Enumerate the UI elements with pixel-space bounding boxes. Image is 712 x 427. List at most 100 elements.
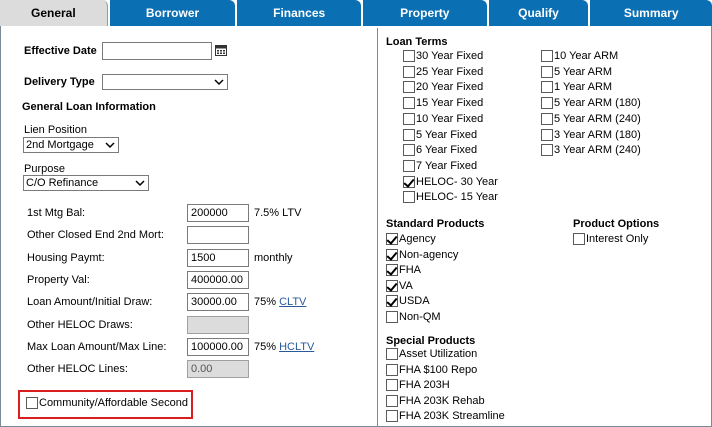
delivery-type-select[interactable] [102,74,228,90]
checkbox-label: Interest Only [586,233,649,245]
property-val-input[interactable] [187,271,249,289]
checkbox-label: USDA [399,295,430,307]
tab-summary[interactable]: Summary [590,0,712,26]
checkbox-box[interactable] [403,159,415,172]
checkbox-box[interactable] [403,81,415,94]
checkbox-box[interactable] [403,144,415,157]
checkbox-fha-203h[interactable]: FHA 203H [386,379,450,391]
checkbox-box[interactable] [541,50,553,62]
tab-borrower[interactable]: Borrower [109,0,236,26]
checkbox-box[interactable] [541,128,553,141]
checkbox-box[interactable] [386,363,398,376]
checkbox-box[interactable] [541,112,553,125]
checkbox-1-year-arm[interactable]: 1 Year ARM [541,81,612,94]
chevron-down-icon [214,79,224,86]
checkbox-box[interactable] [403,65,415,78]
checkbox-checked-icon[interactable] [386,264,398,276]
checkbox-20-year-fixed[interactable]: 20 Year Fixed [403,81,484,94]
checkbox-box[interactable] [403,191,415,204]
checkbox-box[interactable] [386,348,398,360]
tab-property[interactable]: Property [362,0,487,26]
checkbox-25-year-fixed[interactable]: 25 Year Fixed [403,65,483,78]
checkbox-label: VA [399,279,413,292]
checkbox-label: Asset Utilization [399,348,478,360]
checkbox-3-year-arm-180[interactable]: 3 Year ARM (180) [541,128,641,141]
checkbox-label: 5 Year ARM (180) [554,97,641,110]
checkbox-box[interactable] [403,128,415,141]
checkbox-non-qm[interactable]: Non-QM [386,310,441,323]
checkbox-box[interactable] [403,97,415,110]
checkbox-6-year-fixed[interactable]: 6 Year Fixed [403,144,477,157]
checkbox-5-year-arm[interactable]: 5 Year ARM [541,65,612,78]
checkbox-checked-icon[interactable] [386,233,398,245]
checkbox-box[interactable] [541,97,553,110]
checkbox-checked-icon[interactable] [386,279,398,292]
first-mtg-bal-input[interactable] [187,204,249,222]
other-heloc-draws-label: Other HELOC Draws: [27,319,133,331]
checkbox-interest-only[interactable]: Interest Only [573,233,648,245]
checkbox-5-year-arm-240[interactable]: 5 Year ARM (240) [541,112,641,125]
special-products-heading: Special Products [386,335,476,347]
checkbox-box[interactable] [403,50,415,62]
other-heloc-draws-input [187,316,249,334]
hcltv-percent: 75% [254,341,280,353]
tab-finances[interactable]: Finances [237,0,361,26]
tab-general[interactable]: General [0,0,108,26]
checkbox-box[interactable] [573,233,585,245]
checkbox-heloc-30-year[interactable]: HELOC- 30 Year [403,175,498,188]
chevron-down-icon [135,180,145,187]
max-loan-amount-input[interactable] [187,338,249,356]
general-loan-info-heading: General Loan Information [22,101,156,113]
checkbox-box[interactable] [386,394,398,407]
cltv-percent: 75% [254,296,280,308]
checkbox-10-year-arm[interactable]: 10 Year ARM [541,50,618,62]
checkbox-box[interactable] [386,310,398,323]
checkbox-checked-icon[interactable] [386,248,398,261]
checkbox-fha[interactable]: FHA [386,264,421,276]
checkbox-7-year-fixed[interactable]: 7 Year Fixed [403,159,477,172]
housing-paymt-unit: monthly [254,252,293,264]
checkbox-non-agency[interactable]: Non-agency [386,248,458,261]
checkbox-va[interactable]: VA [386,279,413,292]
cltv-link[interactable]: CLTV [279,296,306,308]
checkbox-agency[interactable]: Agency [386,233,436,245]
housing-paymt-input[interactable] [187,249,249,267]
checkbox-box[interactable] [541,81,553,94]
other-closed-end-input[interactable] [187,226,249,244]
checkbox-checked-icon[interactable] [386,295,398,307]
checkbox-10-year-fixed[interactable]: 10 Year Fixed [403,112,483,125]
checkbox-heloc-15-year[interactable]: HELOC- 15 Year [403,191,498,204]
checkbox-box[interactable] [26,397,38,409]
checkbox-5-year-arm-180[interactable]: 5 Year ARM (180) [541,97,641,110]
checkbox-label: HELOC- 30 Year [416,175,498,188]
checkbox-box[interactable] [386,379,398,391]
hcltv-link[interactable]: HCLTV [279,341,314,353]
checkbox-fha-203k-streamline[interactable]: FHA 203K Streamline [386,410,505,422]
checkbox-label: 15 Year Fixed [416,97,484,110]
checkbox-asset-utilization[interactable]: Asset Utilization [386,348,477,360]
checkbox-fha-100-repo[interactable]: FHA $100 Repo [386,363,477,376]
purpose-label: Purpose [24,163,65,175]
checkbox-box[interactable] [541,65,553,78]
tab-qualify[interactable]: Qualify [488,0,589,26]
checkbox-usda[interactable]: USDA [386,295,430,307]
community-affordable-checkbox[interactable]: Community/Affordable Second [26,397,188,409]
community-affordable-label: Community/Affordable Second [39,397,188,409]
effective-date-input[interactable] [102,42,212,60]
purpose-select[interactable]: C/O Refinance [23,175,149,191]
checkbox-label: 20 Year Fixed [416,81,484,94]
loan-amount-label: Loan Amount/Initial Draw: [27,296,153,308]
property-val-label: Property Val: [27,274,90,286]
checkbox-box[interactable] [541,144,553,157]
checkbox-fha-203k-rehab[interactable]: FHA 203K Rehab [386,394,485,407]
checkbox-checked-icon[interactable] [403,175,415,188]
calendar-icon[interactable] [215,45,227,56]
checkbox-5-year-fixed[interactable]: 5 Year Fixed [403,128,477,141]
checkbox-box[interactable] [386,410,398,422]
checkbox-15-year-fixed[interactable]: 15 Year Fixed [403,97,484,110]
lien-position-select[interactable]: 2nd Mortgage [23,137,119,153]
checkbox-3-year-arm-240[interactable]: 3 Year ARM (240) [541,144,641,157]
loan-amount-input[interactable] [187,293,249,311]
checkbox-30-year-fixed[interactable]: 30 Year Fixed [403,50,483,62]
checkbox-box[interactable] [403,112,415,125]
